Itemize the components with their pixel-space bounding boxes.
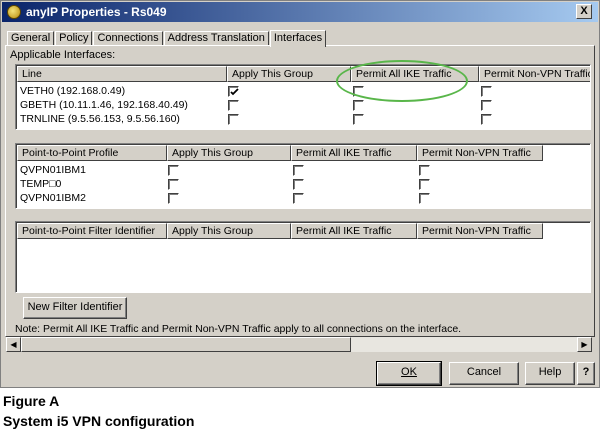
apply-checkbox[interactable] [168, 193, 179, 204]
tab-interfaces[interactable]: Interfaces [269, 30, 327, 47]
profiles-table-header: Point-to-Point Profile Apply This Group … [17, 145, 543, 161]
col-profile[interactable]: Point-to-Point Profile [17, 145, 167, 161]
tab-policy[interactable]: Policy [55, 31, 93, 46]
scrollbar-thumb[interactable] [21, 337, 351, 352]
ike-checkbox[interactable] [353, 114, 364, 125]
help-button[interactable]: Help [525, 362, 575, 385]
ok-label: OK [401, 366, 417, 378]
col-apply-group[interactable]: Apply This Group [167, 145, 291, 161]
apply-checkbox[interactable] [228, 86, 239, 97]
check-icon [230, 88, 239, 96]
lines-table: Line Apply This Group Permit All IKE Tra… [15, 64, 591, 130]
filter-identifier-table[interactable]: Point-to-Point Filter Identifier Apply T… [15, 221, 591, 293]
nonvpn-checkbox[interactable] [481, 114, 492, 125]
figure-caption: System i5 VPN configuration [3, 413, 195, 429]
note-text: Note: Permit All IKE Traffic and Permit … [15, 323, 462, 335]
ike-checkbox[interactable] [353, 100, 364, 111]
col-apply-group[interactable]: Apply This Group [167, 223, 291, 239]
app-globe-icon [7, 5, 21, 19]
applicable-interfaces-label: Applicable Interfaces: [10, 49, 116, 61]
apply-checkbox[interactable] [168, 165, 179, 176]
new-filter-identifier-button[interactable]: New Filter Identifier [23, 297, 127, 319]
ike-checkbox[interactable] [353, 86, 364, 97]
tab-address-translation[interactable]: Address Translation [163, 31, 269, 46]
filter-table-header: Point-to-Point Filter Identifier Apply T… [17, 223, 543, 239]
col-permit-ike[interactable]: Permit All IKE Traffic [351, 66, 479, 82]
col-line[interactable]: Line [17, 66, 227, 82]
tab-connections[interactable]: Connections [93, 31, 163, 46]
apply-checkbox[interactable] [228, 100, 239, 111]
nonvpn-checkbox[interactable] [419, 179, 430, 190]
nonvpn-checkbox[interactable] [419, 193, 430, 204]
close-icon[interactable]: X [576, 4, 592, 19]
ok-button[interactable]: OK [376, 361, 442, 386]
title-bar: anyIP Properties - Rs049 X [2, 2, 598, 22]
whats-this-button[interactable]: ? [577, 362, 595, 385]
apply-checkbox[interactable] [168, 179, 179, 190]
cancel-button[interactable]: Cancel [449, 362, 519, 385]
profiles-table: Point-to-Point Profile Apply This Group … [15, 143, 591, 209]
ike-checkbox[interactable] [293, 165, 304, 176]
col-permit-nonvpn[interactable]: Permit Non-VPN Traffic [479, 66, 590, 82]
help-label: Help [538, 366, 562, 378]
table-row[interactable]: GBETH (10.11.1.46, 192.168.40.49) [20, 99, 188, 112]
table-row[interactable]: QVPN01IBM2 [20, 192, 86, 205]
col-permit-ike[interactable]: Permit All IKE Traffic [291, 145, 417, 161]
ike-checkbox[interactable] [293, 193, 304, 204]
table-row[interactable]: TRNLINE (9.5.56.153, 9.5.56.160) [20, 113, 180, 126]
col-permit-ike[interactable]: Permit All IKE Traffic [291, 223, 417, 239]
tab-general[interactable]: General [7, 31, 55, 46]
col-filter-identifier[interactable]: Point-to-Point Filter Identifier [17, 223, 167, 239]
col-permit-nonvpn[interactable]: Permit Non-VPN Traffic [417, 223, 543, 239]
horizontal-scrollbar[interactable]: ◀ ▶ [6, 337, 592, 352]
apply-checkbox[interactable] [228, 114, 239, 125]
table-row[interactable]: QVPN01IBM1 [20, 164, 86, 177]
table-row[interactable]: TEMP□0 [20, 178, 61, 191]
arrow-left-icon[interactable]: ◀ [6, 337, 21, 352]
properties-dialog: anyIP Properties - Rs049 X General Polic… [0, 0, 600, 388]
table-row[interactable]: VETH0 (192.168.0.49) [20, 85, 125, 98]
col-apply-group[interactable]: Apply This Group [227, 66, 351, 82]
nonvpn-checkbox[interactable] [481, 86, 492, 97]
nonvpn-checkbox[interactable] [481, 100, 492, 111]
tab-strip: General Policy Connections Address Trans… [7, 30, 327, 47]
lines-table-header: Line Apply This Group Permit All IKE Tra… [17, 66, 590, 82]
ike-checkbox[interactable] [293, 179, 304, 190]
nonvpn-checkbox[interactable] [419, 165, 430, 176]
window-title: anyIP Properties - Rs049 [26, 5, 167, 19]
arrow-right-icon[interactable]: ▶ [577, 337, 592, 352]
figure-label: Figure A [3, 393, 60, 409]
col-permit-nonvpn[interactable]: Permit Non-VPN Traffic [417, 145, 543, 161]
cancel-label: Cancel [466, 366, 502, 378]
